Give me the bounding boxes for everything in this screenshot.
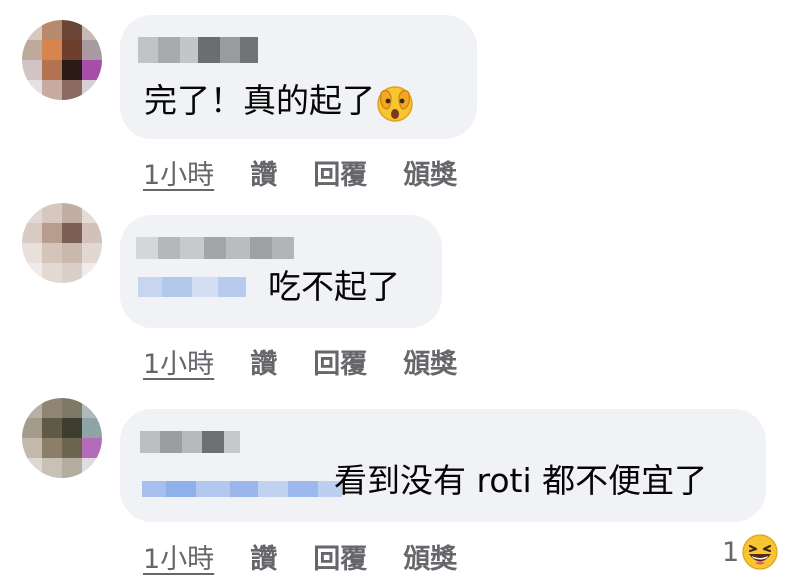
award-button[interactable]: 頒獎 (403, 342, 457, 381)
comment-actions: 1小時 讚 回覆 頒獎 (143, 537, 493, 576)
timestamp-link[interactable]: 1小時 (143, 537, 214, 576)
comment-text: 完了！真的起了 (144, 81, 415, 123)
reply-button[interactable]: 回覆 (313, 153, 367, 192)
comment-actions: 1小時 讚 回覆 頒獎 (143, 342, 493, 381)
avatar[interactable] (22, 203, 102, 283)
reply-button[interactable]: 回覆 (313, 342, 367, 381)
comment-bubble: 完了！真的起了 (120, 15, 477, 139)
timestamp-link[interactable]: 1小時 (143, 153, 214, 192)
like-button[interactable]: 讚 (250, 153, 277, 192)
award-button[interactable]: 頒獎 (403, 153, 457, 192)
comment-actions: 1小時 讚 回覆 頒獎 (143, 153, 493, 192)
laughing-face-icon (742, 534, 778, 570)
mention-blurred[interactable] (138, 277, 246, 297)
author-name-blurred[interactable] (138, 37, 258, 63)
comment-bubble: 吃不起了 (120, 215, 442, 328)
reaction-count: 1 (722, 536, 740, 568)
award-button[interactable]: 頒獎 (403, 537, 457, 576)
comment-text: 看到没有 roti 都不便宜了 (334, 461, 708, 500)
like-button[interactable]: 讚 (250, 537, 277, 576)
comment-bubble: 看到没有 roti 都不便宜了 (120, 409, 766, 522)
avatar[interactable] (22, 398, 102, 478)
mention-blurred[interactable] (142, 481, 342, 497)
comment-text: 吃不起了 (268, 267, 400, 306)
author-name-blurred[interactable] (136, 237, 294, 259)
timestamp-link[interactable]: 1小時 (143, 342, 214, 381)
reaction-summary[interactable]: 1 (722, 533, 779, 571)
like-button[interactable]: 讚 (250, 342, 277, 381)
author-name-blurred[interactable] (140, 431, 240, 453)
reply-button[interactable]: 回覆 (313, 537, 367, 576)
avatar[interactable] (22, 20, 102, 100)
face-with-peeking-eye-icon (377, 85, 413, 122)
